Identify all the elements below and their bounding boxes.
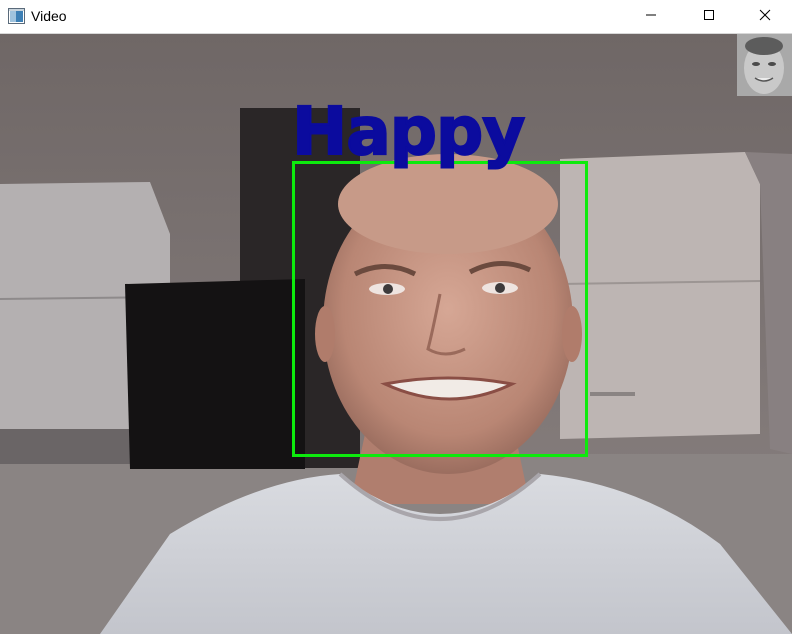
minimize-button[interactable] bbox=[622, 0, 680, 34]
close-icon bbox=[759, 8, 771, 26]
maximize-icon bbox=[703, 8, 715, 26]
minimize-icon bbox=[645, 8, 657, 26]
window-title: Video bbox=[31, 8, 67, 24]
title-bar[interactable]: Video bbox=[0, 0, 792, 34]
face-detection-box bbox=[292, 161, 588, 457]
face-thumbnail bbox=[737, 34, 792, 96]
maximize-button[interactable] bbox=[680, 0, 738, 34]
app-window-icon bbox=[8, 8, 25, 24]
close-button[interactable] bbox=[738, 0, 792, 34]
video-window: Video Happy bbox=[0, 0, 792, 634]
video-feed: Happy bbox=[0, 34, 792, 634]
emotion-label: Happy bbox=[291, 92, 526, 171]
